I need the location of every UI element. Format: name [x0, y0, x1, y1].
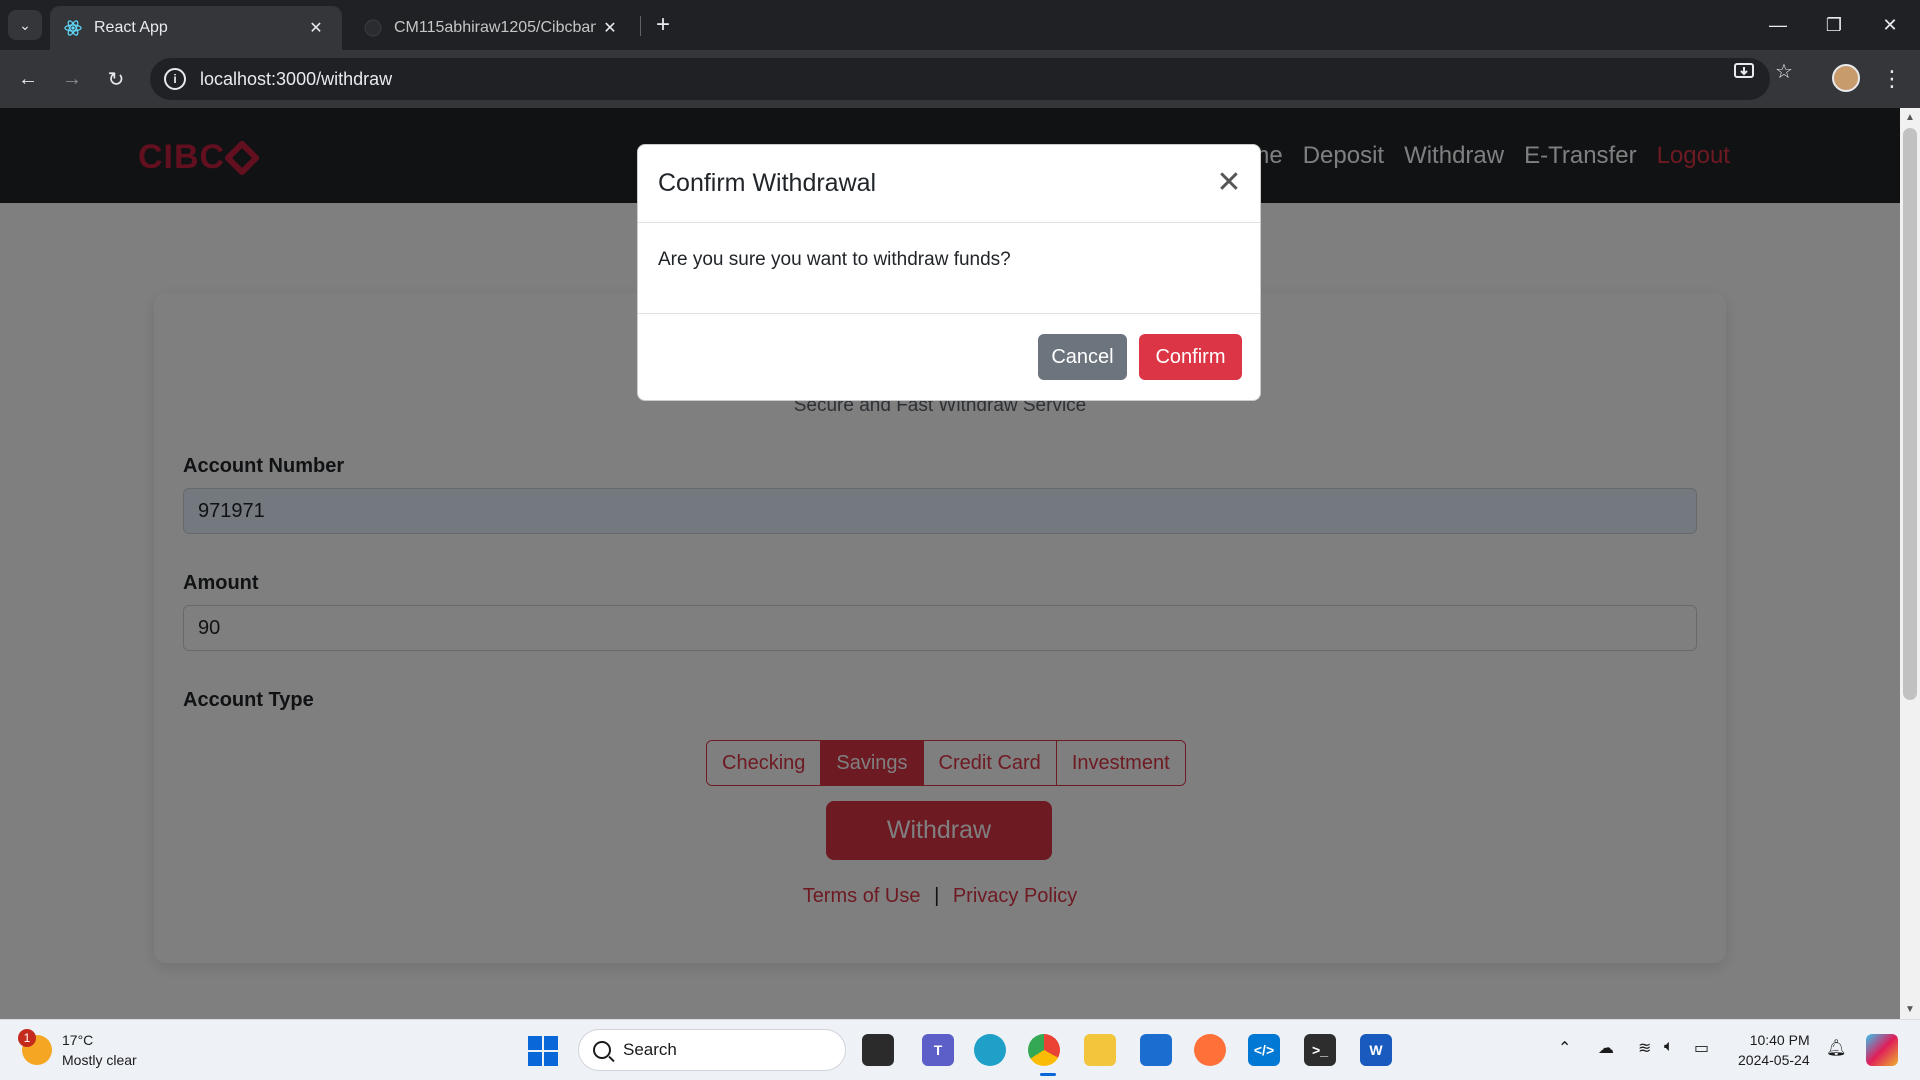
close-tab-icon[interactable]: ✕: [596, 14, 624, 42]
confirm-withdrawal-modal: Confirm Withdrawal ✕ Are you sure you wa…: [637, 144, 1261, 401]
edge-icon[interactable]: [974, 1034, 1006, 1066]
confirm-button[interactable]: Confirm: [1139, 334, 1242, 380]
reload-icon[interactable]: ↻: [100, 63, 132, 95]
scroll-down-icon[interactable]: ▼: [1905, 1004, 1915, 1015]
notification-bell-icon[interactable]: 🔔︎: [1826, 1038, 1846, 1058]
weather-sun-icon: 1: [18, 1029, 52, 1065]
cancel-button[interactable]: Cancel: [1038, 334, 1127, 380]
address-bar[interactable]: i localhost:3000/withdraw: [150, 58, 1770, 100]
copilot-icon[interactable]: [1866, 1034, 1898, 1066]
modal-title: Confirm Withdrawal: [658, 169, 877, 197]
firefox-icon[interactable]: [1194, 1034, 1226, 1066]
volume-icon[interactable]: 🔈︎: [1664, 1038, 1674, 1056]
modal-header: Confirm Withdrawal ✕: [638, 145, 1260, 223]
search-icon: [593, 1041, 611, 1059]
tab-title: CM115abhiraw1205/Cibcbank: [394, 19, 596, 36]
tab-separator: [640, 16, 641, 36]
bookmark-star-icon[interactable]: ☆: [1772, 59, 1796, 83]
forward-arrow-icon[interactable]: →: [56, 63, 88, 95]
menu-kebab-icon[interactable]: ⋮: [1881, 64, 1903, 94]
install-app-icon[interactable]: [1732, 59, 1756, 83]
url-text: localhost:3000/withdraw: [200, 68, 393, 89]
tab-github[interactable]: CM115abhiraw1205/Cibcbank ✕: [350, 6, 636, 50]
battery-icon[interactable]: ▭: [1694, 1038, 1709, 1058]
react-icon: [64, 19, 82, 37]
windows-start-icon[interactable]: [528, 1036, 558, 1066]
vscode-icon[interactable]: </>: [1248, 1034, 1280, 1066]
tab-react-app[interactable]: React App ✕: [50, 6, 342, 50]
task-view-icon[interactable]: [862, 1034, 894, 1066]
tab-search-button[interactable]: ⌄: [8, 10, 42, 40]
weather-widget[interactable]: 1 17°C Mostly clear: [18, 1029, 137, 1070]
back-arrow-icon[interactable]: ←: [12, 63, 44, 95]
clock-date: 2024-05-24: [1738, 1052, 1810, 1068]
scroll-up-icon[interactable]: ▲: [1905, 112, 1915, 123]
page-viewport: CIBC ome Deposit Withdraw E-Transfer Log…: [0, 108, 1900, 1019]
tab-title: React App: [94, 19, 168, 36]
taskbar-search[interactable]: Search: [578, 1029, 846, 1071]
browser-titlebar: ⌄ React App ✕ CM115abhiraw1205/Cibcbank …: [0, 0, 1920, 50]
new-tab-button[interactable]: +: [648, 10, 678, 40]
page-scrollbar[interactable]: ▲ ▼: [1900, 108, 1920, 1019]
teams-icon[interactable]: T: [922, 1034, 954, 1066]
profile-avatar[interactable]: [1832, 64, 1860, 92]
weather-temp: 17°C: [62, 1032, 94, 1048]
close-icon[interactable]: ✕: [1214, 166, 1244, 199]
close-tab-icon[interactable]: ✕: [302, 14, 330, 42]
system-clock[interactable]: 10:40 PM 2024-05-24: [1738, 1030, 1810, 1070]
onedrive-icon[interactable]: ☁: [1598, 1038, 1614, 1058]
search-label: Search: [623, 1040, 677, 1059]
browser-toolbar: ← → ↻ i localhost:3000/withdraw ☆ ⋮: [0, 50, 1920, 108]
github-icon: [364, 19, 382, 37]
wifi-icon[interactable]: ≋: [1638, 1038, 1651, 1058]
restore-button[interactable]: ❐: [1806, 0, 1862, 50]
chrome-active-indicator: [1040, 1073, 1056, 1076]
microsoft-store-icon[interactable]: [1140, 1034, 1172, 1066]
file-explorer-icon[interactable]: [1084, 1034, 1116, 1066]
modal-footer: Cancel Confirm: [638, 313, 1260, 402]
windows-taskbar: 1 17°C Mostly clear Search T </> >_ W ⌃ …: [0, 1019, 1920, 1080]
chevron-up-icon[interactable]: ⌃: [1558, 1038, 1571, 1058]
chrome-icon[interactable]: [1028, 1034, 1060, 1066]
notification-badge: 1: [18, 1029, 36, 1047]
terminal-icon[interactable]: >_: [1304, 1034, 1336, 1066]
close-window-button[interactable]: ✕: [1862, 0, 1918, 50]
word-icon[interactable]: W: [1360, 1034, 1392, 1066]
weather-desc: Mostly clear: [62, 1052, 137, 1068]
site-info-icon[interactable]: i: [164, 68, 186, 90]
modal-message: Are you sure you want to withdraw funds?: [658, 249, 1011, 270]
chevron-down-icon: ⌄: [19, 16, 31, 33]
minimize-button[interactable]: —: [1750, 0, 1806, 50]
scrollbar-thumb[interactable]: [1903, 128, 1917, 700]
clock-time: 10:40 PM: [1749, 1032, 1810, 1048]
